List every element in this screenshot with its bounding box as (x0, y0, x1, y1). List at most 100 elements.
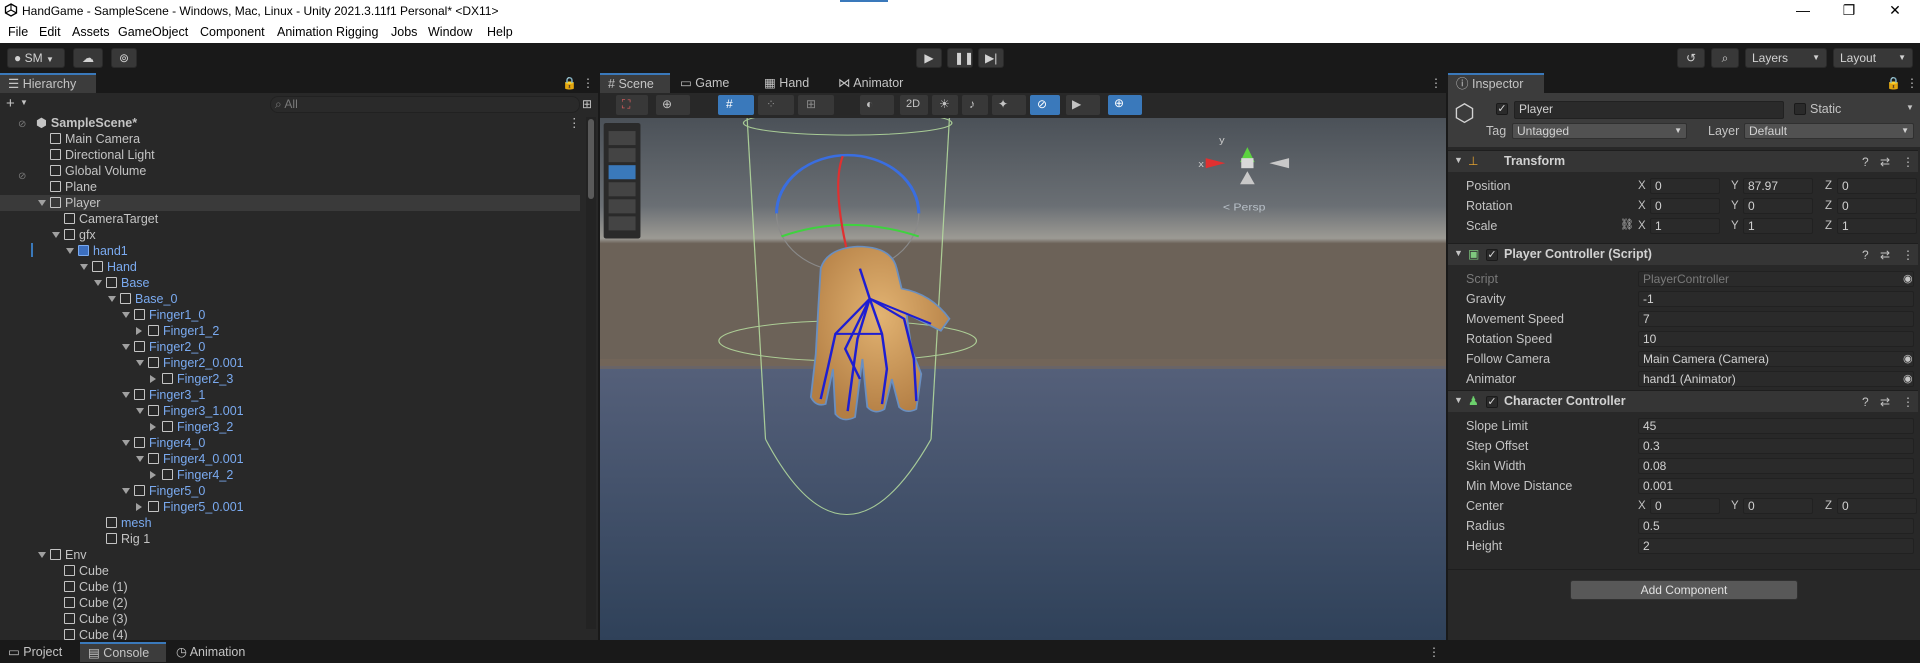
hierarchy-row[interactable]: Finger2_0 (0, 339, 580, 355)
more-menu-icon[interactable]: ⋮ (1906, 76, 1918, 90)
persp-label[interactable]: < Persp (1223, 202, 1266, 213)
foldout-icon[interactable]: ▼ (1454, 248, 1463, 258)
cc-field-value[interactable]: 0.3 (1638, 438, 1914, 454)
position-x-field[interactable]: 0 (1650, 178, 1720, 194)
hierarchy-row[interactable]: Rig 1 (0, 531, 580, 547)
tag-dropdown[interactable]: Untagged ▼ (1512, 123, 1687, 139)
hierarchy-row[interactable]: Plane (0, 179, 580, 195)
tab-hand[interactable]: ▦ Hand (756, 73, 817, 93)
lighting-toggle[interactable]: ☀ (932, 95, 958, 115)
step-button[interactable]: ▶| (978, 48, 1004, 68)
hierarchy-scrollbar[interactable] (586, 117, 596, 629)
rotation-x-field[interactable]: 0 (1650, 198, 1720, 214)
audio-toggle[interactable]: ♪ (962, 95, 988, 115)
visibility-hidden-icon[interactable]: ⊘ (18, 119, 26, 130)
filter-icon[interactable]: ⊞ (582, 97, 592, 111)
menu-edit[interactable]: Edit (39, 25, 61, 39)
tab-console[interactable]: ▤ Console (80, 642, 166, 662)
component-enabled-checkbox[interactable]: ✓ (1486, 249, 1498, 261)
scrollbar-thumb[interactable] (588, 119, 594, 199)
close-button[interactable]: ✕ (1872, 0, 1918, 22)
cc-field-value[interactable]: 45 (1638, 418, 1914, 434)
help-icon[interactable]: ? (1862, 155, 1869, 169)
collab-button[interactable]: ⊚ (111, 48, 137, 68)
hierarchy-row[interactable]: mesh (0, 515, 580, 531)
scale-z-field[interactable]: 1 (1837, 218, 1917, 234)
grid-plane-button[interactable]: ⊞ (798, 95, 834, 115)
hierarchy-row[interactable]: Cube (1) (0, 579, 580, 595)
minimize-button[interactable]: — (1780, 0, 1826, 22)
layers-dropdown[interactable]: Layers ▼ (1745, 48, 1827, 68)
layout-dropdown[interactable]: Layout ▼ (1833, 48, 1913, 68)
pc-field-value[interactable]: -1 (1638, 291, 1914, 307)
cc-field-value[interactable]: 2 (1638, 538, 1914, 554)
transform-tools[interactable] (603, 123, 641, 239)
foldout-icon[interactable]: ▼ (1454, 155, 1463, 165)
tab-inspector[interactable]: ⓘ Inspector (1448, 73, 1544, 93)
collapse-arrow-icon[interactable] (122, 488, 130, 494)
preset-icon[interactable]: ⇄ (1880, 248, 1890, 262)
hierarchy-search-input[interactable]: ⌕ All (270, 96, 580, 113)
cloud-button[interactable]: ☁ (73, 48, 103, 68)
draw-mode-button[interactable]: ⛶ (616, 95, 648, 115)
lock-icon[interactable]: 🔒 (562, 76, 577, 90)
object-name-field[interactable]: Player (1514, 101, 1784, 119)
expand-arrow-icon[interactable] (150, 375, 156, 383)
expand-arrow-icon[interactable] (136, 503, 142, 511)
collapse-arrow-icon[interactable] (122, 312, 130, 318)
more-menu-icon[interactable]: ⋮ (1430, 76, 1442, 90)
scene-viewport[interactable]: y x < Persp (600, 118, 1446, 640)
hierarchy-row[interactable]: Env (0, 547, 580, 563)
preset-icon[interactable]: ⇄ (1880, 155, 1890, 169)
tab-project[interactable]: ▭ Project (0, 642, 70, 662)
hierarchy-row[interactable]: Player (0, 195, 580, 211)
add-component-button[interactable]: Add Component (1570, 580, 1798, 600)
hierarchy-row[interactable]: Directional Light (0, 147, 580, 163)
hierarchy-row[interactable]: Finger1_0 (0, 307, 580, 323)
expand-arrow-icon[interactable] (150, 423, 156, 431)
collapse-arrow-icon[interactable] (80, 264, 88, 270)
object-picker-icon[interactable]: ◉ (1903, 352, 1913, 365)
cc-field-value[interactable]: 0.08 (1638, 458, 1914, 474)
collapse-arrow-icon[interactable] (136, 408, 144, 414)
tab-hierarchy[interactable]: ☰ Hierarchy (0, 73, 96, 93)
chevron-down-icon[interactable]: ▼ (1906, 103, 1914, 112)
hierarchy-row[interactable]: Finger4_0.001 (0, 451, 580, 467)
pc-field-value[interactable]: hand1 (Animator) (1638, 371, 1914, 387)
pc-field-value[interactable]: Main Camera (Camera) (1638, 351, 1914, 367)
more-menu-icon[interactable]: ⋮ (568, 115, 581, 131)
cc-field-value[interactable]: 0.001 (1638, 478, 1914, 494)
hierarchy-row[interactable]: Hand (0, 259, 580, 275)
tab-animator[interactable]: ⋈ Animator (830, 73, 911, 93)
lock-icon[interactable]: 🔒 (1886, 76, 1901, 90)
help-icon[interactable]: ? (1862, 395, 1869, 409)
pc-field-value[interactable]: 10 (1638, 331, 1914, 347)
hierarchy-row[interactable]: Finger1_2 (0, 323, 580, 339)
foldout-icon[interactable]: ▼ (1454, 395, 1463, 405)
collapse-arrow-icon[interactable] (94, 280, 102, 286)
hierarchy-row[interactable]: Finger3_1.001 (0, 403, 580, 419)
hierarchy-row[interactable]: Finger3_2 (0, 419, 580, 435)
collapse-arrow-icon[interactable] (108, 296, 116, 302)
scale-y-field[interactable]: 1 (1743, 218, 1813, 234)
hierarchy-row[interactable]: CameraTarget (0, 211, 580, 227)
collapse-arrow-icon[interactable] (122, 344, 130, 350)
object-picker-icon[interactable]: ◉ (1903, 372, 1913, 385)
tab-game[interactable]: ▭ Game (672, 73, 737, 93)
collapse-arrow-icon[interactable] (122, 392, 130, 398)
collapse-arrow-icon[interactable] (66, 248, 74, 254)
center-y-field[interactable]: 0 (1743, 498, 1813, 514)
character-controller-header[interactable]: ▼ ♟ ✓ Character Controller ? ⇄ ⋮ (1448, 390, 1918, 412)
hierarchy-row[interactable]: Finger4_2 (0, 467, 580, 483)
transform-header[interactable]: ▼ ⊥ Transform ? ⇄ ⋮ (1448, 150, 1918, 172)
menu-assets[interactable]: Assets (72, 25, 110, 39)
rotation-z-field[interactable]: 0 (1837, 198, 1917, 214)
link-icon[interactable]: ⛓ (1620, 218, 1634, 231)
gizmo-orientation-button[interactable]: ⊕ (656, 95, 690, 115)
play-button[interactable]: ▶ (916, 48, 942, 68)
hierarchy-row[interactable]: Finger2_3 (0, 371, 580, 387)
hierarchy-row[interactable]: Finger5_0.001 (0, 499, 580, 515)
chevron-down-icon[interactable]: ▼ (20, 98, 28, 107)
shading-mode-button[interactable]: ◐ (860, 95, 894, 115)
hierarchy-row[interactable]: Finger4_0 (0, 435, 580, 451)
